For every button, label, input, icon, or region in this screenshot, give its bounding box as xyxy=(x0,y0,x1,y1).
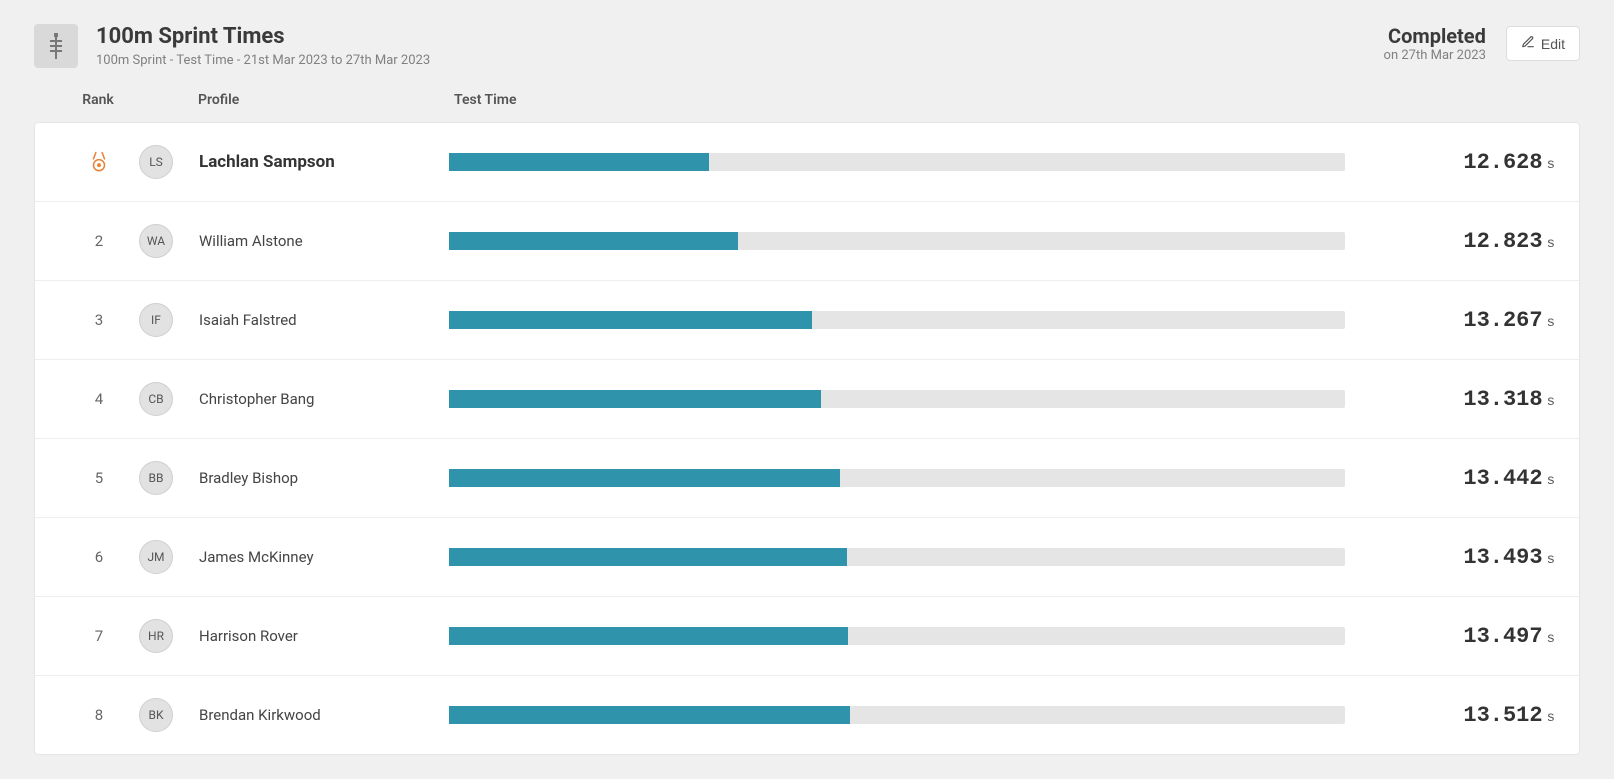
table-row[interactable]: 7HR Harrison Rover 13.497s xyxy=(35,597,1579,676)
status-label: Completed xyxy=(1384,24,1486,48)
test-time-value: 13.318s xyxy=(1365,387,1555,412)
bar-track xyxy=(449,390,1345,408)
test-time-value: 13.497s xyxy=(1365,624,1555,649)
table-row[interactable]: 4CB Christopher Bang 13.318s xyxy=(35,360,1579,439)
medal-icon xyxy=(59,151,139,173)
leaderboard-icon xyxy=(34,24,78,68)
test-time-value: 12.628s xyxy=(1365,150,1555,175)
bar-track xyxy=(449,469,1345,487)
bar-fill xyxy=(449,311,812,329)
bar-fill xyxy=(449,390,821,408)
profile-name: Isaiah Falstred xyxy=(199,311,449,329)
avatar: CB xyxy=(139,382,173,416)
table-row[interactable]: 2WA William Alstone 12.823s xyxy=(35,202,1579,281)
test-time-value: 13.512s xyxy=(1365,703,1555,728)
profile-name: Christopher Bang xyxy=(199,390,449,408)
column-headers: Rank Profile Test Time xyxy=(34,92,1580,122)
profile-name: James McKinney xyxy=(199,548,449,566)
bar-fill xyxy=(449,706,850,724)
edit-button[interactable]: Edit xyxy=(1506,26,1580,61)
bar-fill xyxy=(449,469,840,487)
profile-name: Harrison Rover xyxy=(199,627,449,645)
col-profile: Profile xyxy=(198,92,448,108)
bar-track xyxy=(449,311,1345,329)
bar-track xyxy=(449,548,1345,566)
rank-number: 5 xyxy=(59,469,139,487)
status-date: on 27th Mar 2023 xyxy=(1384,48,1486,63)
bar-track xyxy=(449,627,1345,645)
leaderboard-list: LS Lachlan Sampson 12.628s 2WA William Alsto… xyxy=(34,122,1580,755)
test-time-value: 13.493s xyxy=(1365,545,1555,570)
edit-button-label: Edit xyxy=(1541,36,1565,52)
bar-fill xyxy=(449,627,848,645)
avatar: HR xyxy=(139,619,173,653)
col-rank: Rank xyxy=(58,92,138,108)
avatar: IF xyxy=(139,303,173,337)
table-row[interactable]: LS Lachlan Sampson 12.628s xyxy=(35,123,1579,202)
rank-number: 4 xyxy=(59,390,139,408)
bar-fill xyxy=(449,232,738,250)
profile-name: Bradley Bishop xyxy=(199,469,449,487)
profile-name: Brendan Kirkwood xyxy=(199,706,449,724)
profile-name: Lachlan Sampson xyxy=(199,152,449,172)
test-time-value: 13.267s xyxy=(1365,308,1555,333)
bar-track xyxy=(449,232,1345,250)
rank-number: 7 xyxy=(59,627,139,645)
table-row[interactable]: 3IF Isaiah Falstred 13.267s xyxy=(35,281,1579,360)
bar-track xyxy=(449,153,1345,171)
rank-number: 3 xyxy=(59,311,139,329)
table-row[interactable]: 5BB Bradley Bishop 13.442s xyxy=(35,439,1579,518)
table-row[interactable]: 6JM James McKinney 13.493s xyxy=(35,518,1579,597)
avatar: BK xyxy=(139,698,173,732)
test-time-value: 13.442s xyxy=(1365,466,1555,491)
avatar: JM xyxy=(139,540,173,574)
avatar: BB xyxy=(139,461,173,495)
bar-fill xyxy=(449,548,847,566)
bar-track xyxy=(449,706,1345,724)
col-testtime: Test Time xyxy=(448,92,1366,108)
bar-fill xyxy=(449,153,709,171)
pencil-icon xyxy=(1521,35,1535,52)
page-header: 100m Sprint Times 100m Sprint - Test Tim… xyxy=(34,24,1580,68)
page-subtitle: 100m Sprint - Test Time - 21st Mar 2023 … xyxy=(96,53,430,68)
page-title: 100m Sprint Times xyxy=(96,24,430,49)
table-row[interactable]: 8BK Brendan Kirkwood 13.512s xyxy=(35,676,1579,754)
rank-number: 6 xyxy=(59,548,139,566)
rank-number: 2 xyxy=(59,232,139,250)
avatar: WA xyxy=(139,224,173,258)
test-time-value: 12.823s xyxy=(1365,229,1555,254)
profile-name: William Alstone xyxy=(199,232,449,250)
rank-number: 8 xyxy=(59,706,139,724)
avatar: LS xyxy=(139,145,173,179)
